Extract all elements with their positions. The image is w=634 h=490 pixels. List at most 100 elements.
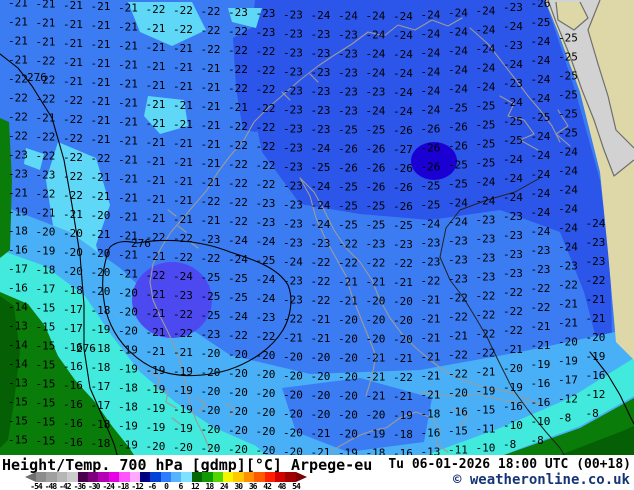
- temp-value: -25: [558, 31, 578, 44]
- temp-value: -21: [448, 330, 468, 343]
- temp-value: -20: [256, 444, 276, 455]
- temp-value: -24: [311, 218, 331, 231]
- temp-value: -22: [63, 170, 83, 183]
- temp-value: -21: [118, 211, 138, 224]
- temp-value: -21: [173, 99, 193, 112]
- temp-value: -23: [311, 237, 331, 250]
- temp-value: -20: [228, 443, 248, 455]
- temp-value: -23: [173, 289, 193, 302]
- temp-value: -25: [366, 219, 386, 232]
- contour-label: 276: [27, 71, 47, 84]
- temp-value: -24: [338, 9, 358, 22]
- temp-value: -21: [146, 22, 166, 35]
- temp-value: -22: [146, 3, 166, 16]
- legend-color-patch: [233, 472, 244, 482]
- temp-value: -18: [91, 418, 111, 431]
- temp-value: -24: [311, 199, 331, 212]
- temp-value: -21: [311, 332, 331, 345]
- temp-value: -24: [531, 168, 551, 181]
- temp-value: -24: [421, 28, 441, 41]
- temp-value: -22: [256, 45, 276, 58]
- temp-value: -21: [201, 176, 221, 189]
- temp-value: -8: [503, 438, 516, 451]
- temp-value: -20: [366, 295, 386, 308]
- temp-value: -20: [228, 424, 248, 437]
- temp-value: -15: [36, 378, 56, 391]
- temp-value: -19: [118, 439, 138, 452]
- temp-value: -21: [558, 316, 578, 329]
- temp-value: -21: [91, 0, 111, 13]
- temp-value: -22: [476, 289, 496, 302]
- temp-value: -18: [91, 437, 111, 450]
- temp-value: -24: [256, 273, 276, 286]
- temp-value: -15: [476, 403, 496, 416]
- temp-value: -21: [421, 313, 441, 326]
- temp-value: -23: [531, 244, 551, 257]
- title-bar: Height/Temp. 700 hPa [gdmp][°C] Arpege-e…: [0, 455, 634, 490]
- temp-value: -16: [448, 406, 468, 419]
- temp-value: -22: [338, 237, 358, 250]
- legend-color-patch: [77, 472, 88, 482]
- temp-value: -22: [476, 327, 496, 340]
- temp-value: -23: [256, 26, 276, 39]
- legend-color-patch: [212, 472, 224, 482]
- temp-value: -20: [118, 306, 138, 319]
- temp-value: -24: [558, 221, 578, 234]
- temp-value: -19: [476, 384, 496, 397]
- temp-value: -26: [393, 162, 413, 175]
- temp-value: -13: [8, 376, 28, 389]
- temp-value: -22: [558, 278, 578, 291]
- temp-value: -22: [228, 139, 248, 152]
- temp-value: -22: [201, 24, 221, 37]
- temp-value: -25: [448, 178, 468, 191]
- legend-color-patch: [223, 472, 234, 482]
- temp-value: -18: [421, 408, 441, 421]
- temp-value: -15: [36, 416, 56, 429]
- temp-value: -22: [311, 256, 331, 269]
- temp-value: -18: [91, 304, 111, 317]
- temp-value: -21: [63, 75, 83, 88]
- temp-value: -24: [448, 197, 468, 210]
- temp-value: -20: [228, 405, 248, 418]
- temp-value: -22: [448, 292, 468, 305]
- temp-value: -23: [201, 328, 221, 341]
- temp-value: -20: [256, 368, 276, 381]
- temp-value: -21: [283, 331, 303, 344]
- temp-value: -24: [531, 149, 551, 162]
- temp-value: -20: [503, 362, 523, 375]
- temp-value: -15: [8, 395, 28, 408]
- temp-value: -20: [558, 335, 578, 348]
- temp-value: -25: [338, 199, 358, 212]
- temp-value: -21: [338, 294, 358, 307]
- temp-value: -23: [338, 104, 358, 117]
- temp-value: -20: [311, 408, 331, 421]
- map-datetime: Tu 06-01-2026 18:00 UTC (00+18): [388, 457, 631, 472]
- temp-value: -21: [366, 371, 386, 384]
- temp-value: -24: [503, 20, 523, 33]
- temp-value: -16: [503, 400, 523, 413]
- temp-value: -20: [586, 331, 606, 344]
- temp-value: -25: [558, 50, 578, 63]
- temp-value: -17: [36, 283, 56, 296]
- temp-value: -16: [63, 360, 83, 373]
- temp-value: -23: [228, 6, 248, 19]
- temp-value: -24: [421, 66, 441, 79]
- legend-patches: [36, 472, 296, 482]
- temp-value: -20: [201, 347, 221, 360]
- temp-value: -23: [476, 251, 496, 264]
- temp-value: -22: [531, 301, 551, 314]
- temp-value: -21: [8, 15, 28, 28]
- temp-value: -21: [146, 155, 166, 168]
- temp-value: -18: [366, 447, 386, 455]
- temp-value: -21: [173, 346, 193, 359]
- temp-value: -23: [311, 123, 331, 136]
- temp-value: -10: [503, 419, 523, 432]
- temp-value: -25: [228, 291, 248, 304]
- temp-value: -18: [118, 382, 138, 395]
- temp-value: -21: [63, 56, 83, 69]
- temp-value: -17: [63, 303, 83, 316]
- temp-value: -22: [36, 150, 56, 163]
- legend-color-patch: [243, 472, 255, 482]
- temp-value: -22: [503, 305, 523, 318]
- temp-value: -22: [228, 120, 248, 133]
